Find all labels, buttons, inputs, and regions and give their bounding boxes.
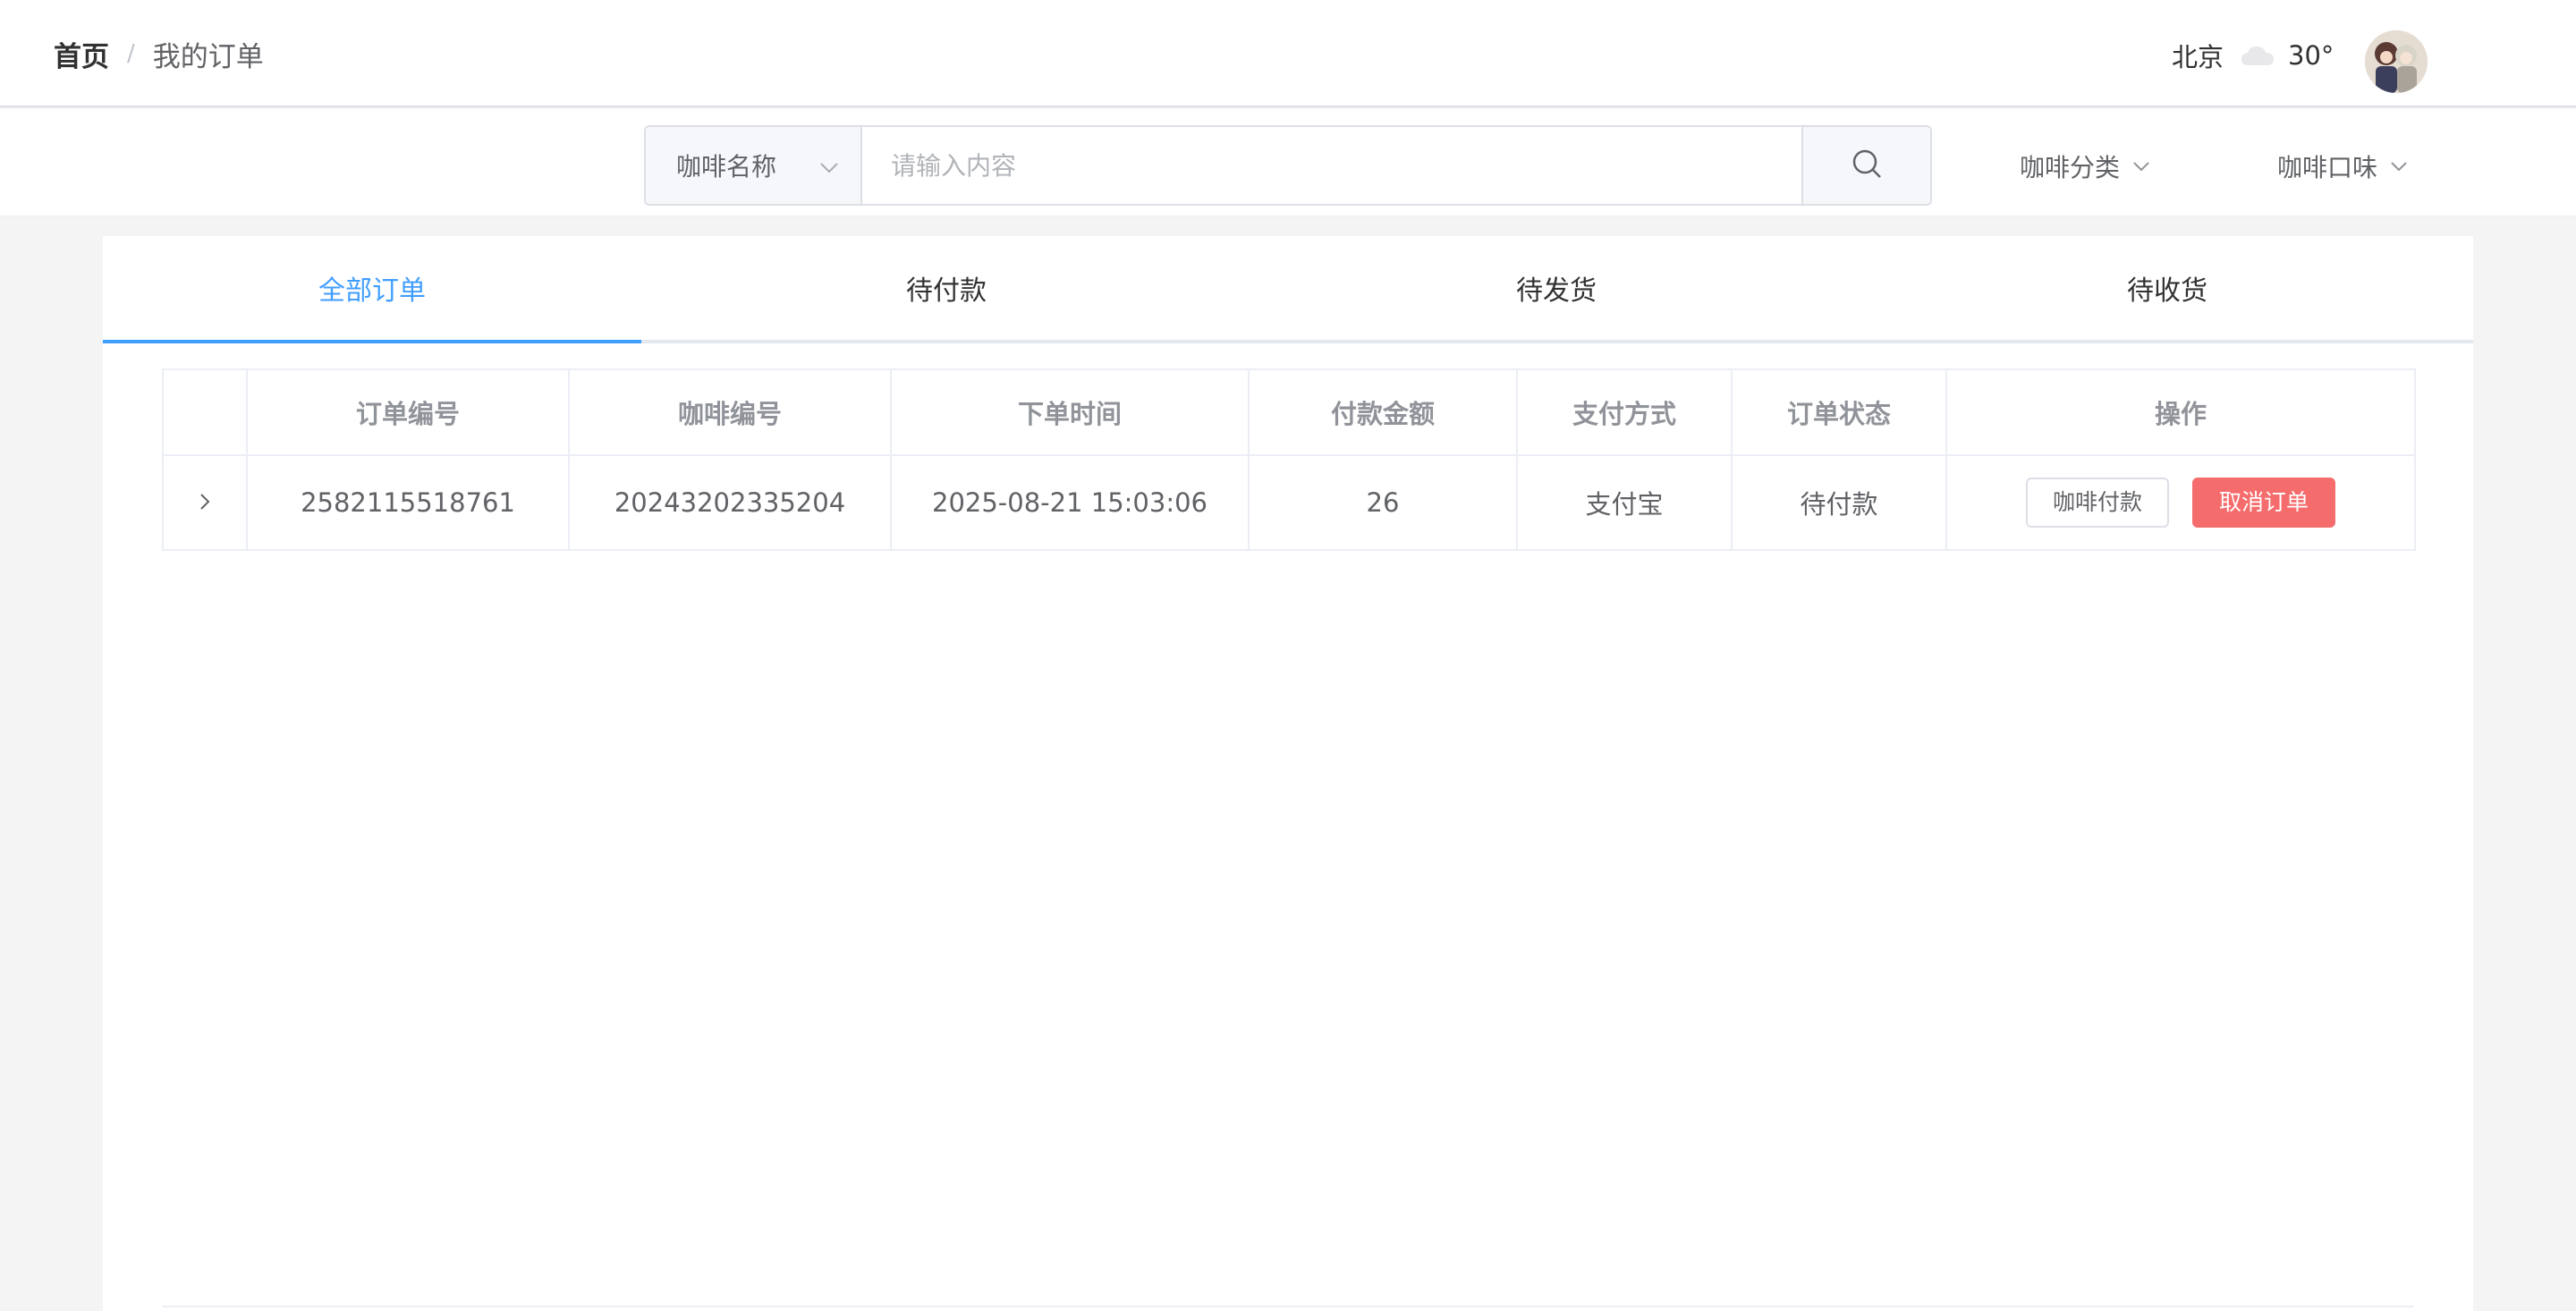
breadcrumb: 首页 / 我的订单	[54, 34, 264, 73]
flavor-filter-label: 咖啡口味	[2277, 153, 2378, 182]
pay-button[interactable]: 咖啡付款	[2026, 478, 2169, 528]
order-tabs: 全部订单 待付款 待发货 待收货	[103, 236, 2473, 343]
cancel-order-button[interactable]: 取消订单	[2192, 478, 2335, 528]
search-select-label: 咖啡名称	[676, 152, 777, 182]
orders-table: 订单编号 咖啡编号 下单时间 付款金额 支付方式 订单状态 操作 2582115…	[162, 368, 2416, 551]
category-filter[interactable]: 咖啡分类	[2020, 147, 2150, 186]
search-icon	[1851, 148, 1883, 183]
chevron-right-icon	[199, 487, 211, 518]
column-header: 付款金额	[1248, 368, 1518, 456]
top-header: 首页 / 我的订单 北京 30°	[0, 0, 2576, 107]
order-status-cell: 待付款	[1731, 454, 1947, 551]
order-time-cell: 2025-08-21 15:03:06	[890, 454, 1250, 551]
tab-pending-payment[interactable]: 待付款	[641, 236, 1251, 340]
amount-cell: 26	[1248, 454, 1518, 551]
avatar[interactable]	[2365, 30, 2428, 93]
coffee-number-cell: 20243202335204	[568, 454, 892, 551]
tab-pending-shipment[interactable]: 待发货	[1251, 236, 1861, 340]
search-button[interactable]	[1801, 127, 1930, 204]
search-group: 咖啡名称	[644, 125, 1932, 206]
weather-widget: 北京 30°	[2172, 36, 2334, 75]
cloud-icon	[2240, 44, 2275, 67]
tab-pending-receipt[interactable]: 待收货	[1861, 236, 2473, 340]
expand-column-header	[162, 368, 248, 456]
search-bar: 咖啡名称 咖啡分类 咖啡口味	[0, 109, 2576, 216]
tab-all-orders[interactable]: 全部订单	[103, 236, 641, 343]
weather-city: 北京	[2172, 42, 2224, 72]
weather-temperature: 30°	[2288, 40, 2334, 71]
payment-method-cell: 支付宝	[1516, 454, 1733, 551]
column-header: 下单时间	[890, 368, 1250, 456]
column-header: 订单状态	[1731, 368, 1947, 456]
column-header: 咖啡编号	[568, 368, 892, 456]
expand-row-toggle[interactable]	[162, 454, 248, 551]
search-input[interactable]	[862, 127, 1801, 204]
column-header: 订单编号	[246, 368, 570, 456]
actions-cell: 咖啡付款 取消订单	[1945, 454, 2416, 551]
breadcrumb-current: 我的订单	[152, 40, 264, 73]
column-header: 支付方式	[1516, 368, 1733, 456]
column-header: 操作	[1945, 368, 2416, 456]
table-bottom-divider	[162, 1306, 2414, 1307]
breadcrumb-home[interactable]: 首页	[54, 34, 109, 74]
table-row: 2582115518761 20243202335204 2025-08-21 …	[162, 454, 2416, 551]
chevron-down-icon	[2390, 161, 2408, 172]
chevron-down-icon	[2132, 161, 2150, 172]
search-field-select[interactable]: 咖啡名称	[646, 127, 862, 204]
orders-card: 全部订单 待付款 待发货 待收货 订单编号 咖啡编号 下单时间 付款金额 支付方…	[103, 236, 2473, 1311]
category-filter-label: 咖啡分类	[2020, 153, 2121, 182]
chevron-down-icon	[819, 151, 839, 181]
table-header-row: 订单编号 咖啡编号 下单时间 付款金额 支付方式 订单状态 操作	[162, 368, 2416, 456]
order-number-cell: 2582115518761	[246, 454, 570, 551]
flavor-filter[interactable]: 咖啡口味	[2277, 147, 2408, 186]
breadcrumb-separator: /	[127, 40, 135, 67]
